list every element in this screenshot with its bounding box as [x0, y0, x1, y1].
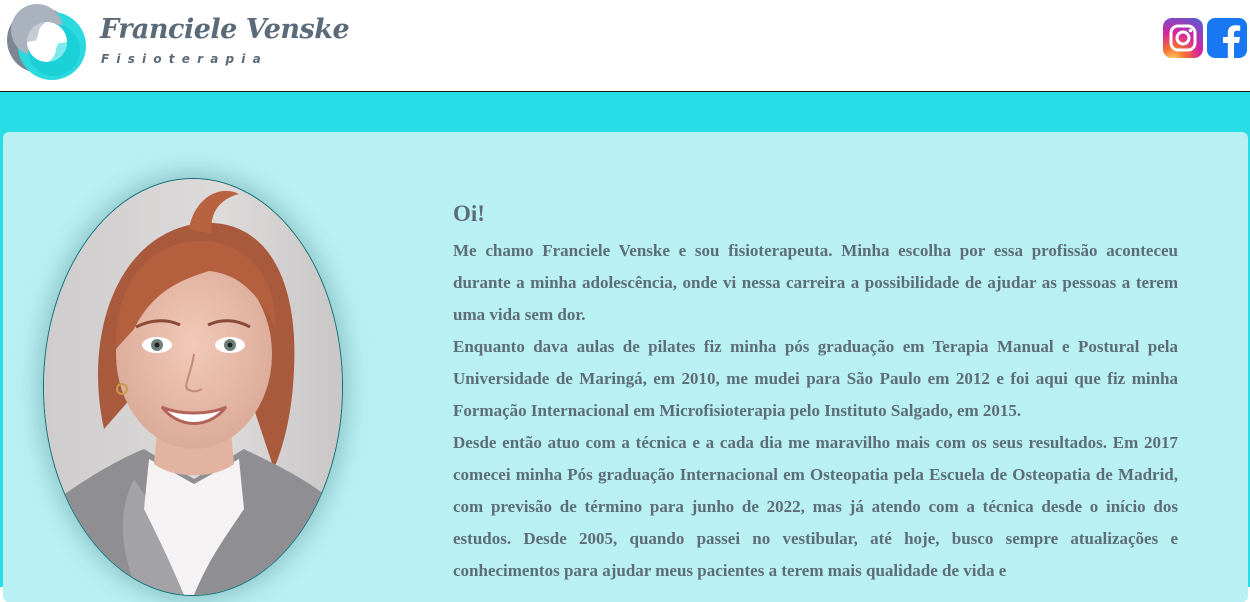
profile-photo: [43, 178, 343, 596]
site-header: Franciele Venske Fisioterapia: [0, 0, 1250, 92]
instagram-icon[interactable]: [1163, 18, 1203, 58]
bio-greeting: Oi!: [453, 201, 485, 226]
bio-paragraph-3: Desde então atuo com a técnica e a cada …: [453, 433, 1178, 580]
brand-name[interactable]: Franciele Venske: [100, 14, 350, 45]
logo-icon[interactable]: [4, 0, 90, 86]
bio-section: Oi! Me chamo Franciele Venske e sou fisi…: [453, 197, 1178, 587]
bio-paragraph-2: Enquanto dava aulas de pilates fiz minha…: [453, 337, 1178, 420]
bio-paragraph-1: Me chamo Franciele Venske e sou fisioter…: [453, 241, 1178, 324]
facebook-icon[interactable]: [1207, 18, 1247, 58]
brand-subtitle: Fisioterapia: [101, 52, 268, 66]
